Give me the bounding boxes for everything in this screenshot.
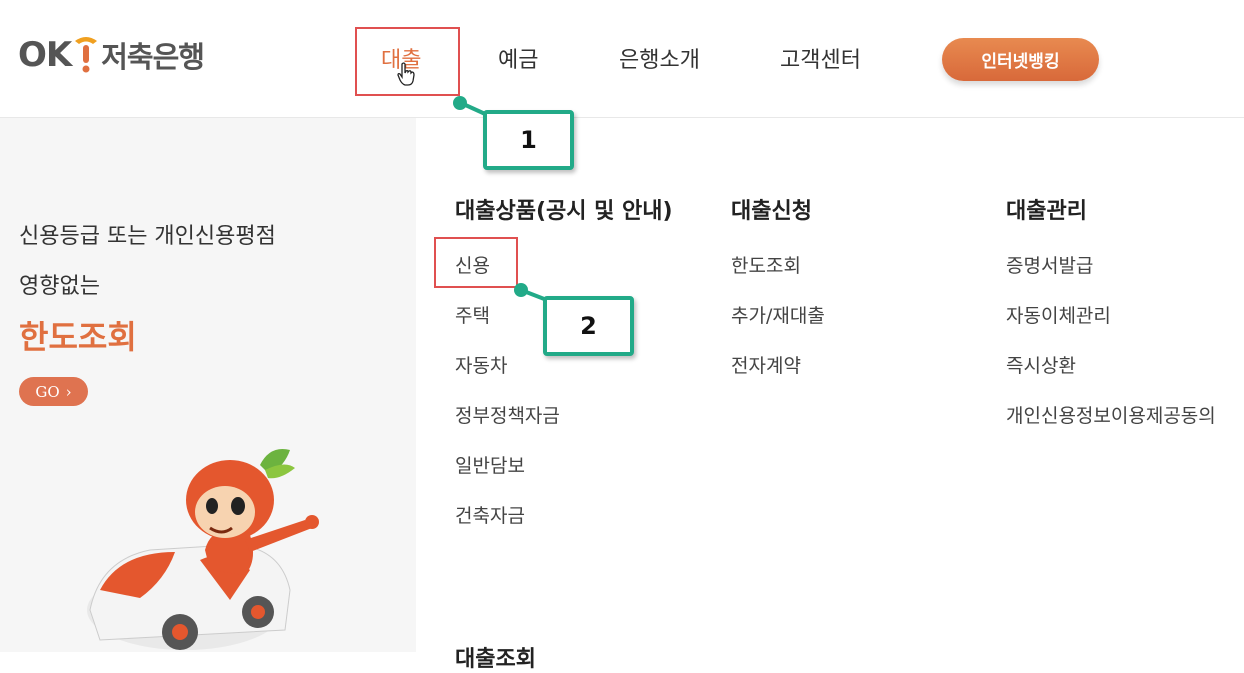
logo-exclamation-icon xyxy=(75,37,98,73)
logo-bank-text: 저축은행 xyxy=(101,40,205,74)
promo-title: 한도조회 xyxy=(19,318,137,356)
header: OK 저축은행 대출 예금 은행소개 고객센터 인터넷뱅킹 xyxy=(0,0,1244,118)
menu-link-e-contract[interactable]: 전자계약 xyxy=(731,351,801,378)
menu-link-government-fund[interactable]: 정부정책자금 xyxy=(455,401,560,428)
highlight-box-credit xyxy=(434,237,518,288)
callout-1-anchor-dot xyxy=(453,96,467,110)
nav-bank-intro[interactable]: 은행소개 xyxy=(619,42,700,74)
menu-link-credit-info-consent[interactable]: 개인신용정보이용제공동의 xyxy=(1006,401,1216,428)
internet-banking-button[interactable]: 인터넷뱅킹 xyxy=(942,38,1099,81)
menu-heading-loan-inquiry: 대출조회 xyxy=(455,647,536,672)
menu-link-construction-fund[interactable]: 건축자금 xyxy=(455,501,525,528)
callout-2: 2 xyxy=(543,296,634,356)
menu-link-housing[interactable]: 주택 xyxy=(455,301,490,328)
menu-link-auto-transfer[interactable]: 자동이체관리 xyxy=(1006,301,1111,328)
chevron-right-icon: › xyxy=(65,382,72,401)
menu-link-general-collateral[interactable]: 일반담보 xyxy=(455,451,525,478)
go-button[interactable]: GO › xyxy=(19,377,88,406)
menu-link-certificate[interactable]: 증명서발급 xyxy=(1006,251,1093,278)
logo[interactable]: OK 저축은행 xyxy=(18,33,205,77)
promo-line-1: 신용등급 또는 개인신용평점 xyxy=(19,224,276,249)
go-button-label: GO xyxy=(35,382,60,401)
highlight-box-nav-loan xyxy=(355,27,460,96)
callout-2-anchor-dot xyxy=(514,283,528,297)
logo-ok-text: OK xyxy=(18,35,72,75)
menu-heading-loan-products: 대출상품(공시 및 안내) xyxy=(455,199,673,224)
menu-heading-loan-application: 대출신청 xyxy=(731,199,812,224)
callout-1: 1 xyxy=(483,110,574,170)
nav-customer-center[interactable]: 고객센터 xyxy=(780,42,861,74)
menu-link-additional-reloan[interactable]: 추가/재대출 xyxy=(731,301,825,328)
menu-link-auto[interactable]: 자동차 xyxy=(455,351,507,378)
menu-heading-loan-management: 대출관리 xyxy=(1006,199,1087,224)
nav-deposit[interactable]: 예금 xyxy=(498,42,538,74)
menu-link-limit-inquiry[interactable]: 한도조회 xyxy=(731,251,801,278)
mascot-car-illustration xyxy=(87,449,319,650)
promo-line-2: 영향없는 xyxy=(19,274,100,299)
menu-link-immediate-repayment[interactable]: 즉시상환 xyxy=(1006,351,1076,378)
